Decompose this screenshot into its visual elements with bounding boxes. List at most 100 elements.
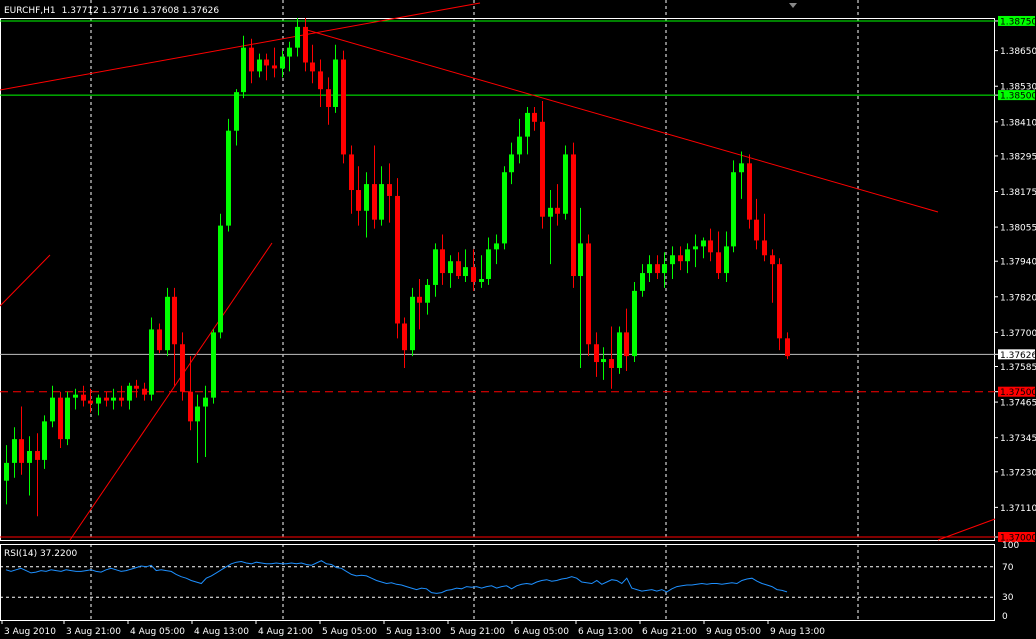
candle (104, 391, 109, 407)
candle (203, 385, 208, 457)
objects[interactable] (0, 2, 996, 541)
candle-body (249, 47, 254, 72)
candle (571, 142, 576, 288)
candle (754, 198, 759, 250)
candle (777, 258, 782, 351)
candle (517, 118, 522, 164)
time-label: 9 Aug 13:00 (770, 627, 825, 637)
candle (586, 234, 591, 357)
candle-body (12, 439, 17, 463)
candle-body (172, 296, 177, 345)
candle (379, 166, 384, 226)
candle (303, 18, 308, 72)
candle (747, 154, 752, 229)
candle-body (104, 397, 109, 401)
grid (0, 0, 995, 620)
price-label: 1.38295 (1000, 152, 1036, 162)
candle-body (571, 154, 576, 277)
price-label: 1.38055 (1000, 224, 1036, 234)
candle (410, 287, 415, 357)
rsi-panel (5, 560, 788, 594)
candle (172, 287, 177, 386)
candle (624, 308, 629, 371)
candle-body (586, 243, 591, 345)
candle-body (494, 243, 499, 250)
candle-body (479, 279, 484, 282)
candle-body (142, 388, 147, 395)
candle (356, 166, 361, 226)
candle-body (157, 329, 162, 351)
candle (632, 281, 637, 363)
price-label: 1.37500 (1000, 388, 1036, 398)
candle-body (280, 56, 285, 69)
candle-body (647, 264, 652, 274)
candle (770, 249, 775, 303)
candle (609, 326, 614, 389)
price-label: 1.37345 (1000, 434, 1036, 444)
candle (195, 394, 200, 463)
time-label: 5 Aug 21:00 (450, 627, 505, 637)
candle (640, 264, 645, 297)
candle-body (211, 332, 216, 398)
candle (463, 249, 468, 282)
candle (387, 163, 392, 223)
candle-body (456, 261, 461, 277)
price-label: 1.37585 (1000, 363, 1036, 373)
candle (149, 317, 154, 401)
candle-body (448, 261, 453, 274)
candle-body (693, 246, 698, 250)
rsi-line (5, 560, 788, 594)
candle-body (65, 397, 70, 440)
candle-body (601, 359, 606, 363)
candle (716, 231, 721, 279)
candle-body (509, 154, 514, 173)
candle-body (555, 207, 560, 214)
candle-body (739, 163, 744, 173)
candle-body (395, 195, 400, 324)
candle-body (127, 385, 132, 401)
candle (119, 385, 124, 407)
shift-marker-icon[interactable] (789, 3, 797, 8)
candle (372, 145, 377, 229)
candle-body (318, 71, 323, 90)
candle (678, 246, 683, 271)
rsi-axis-label: 100 (1002, 541, 1019, 551)
candle-body (670, 255, 675, 265)
candle-body (50, 397, 55, 422)
chart-window[interactable]: 1.38750 1.38650 1.38530 1.38500 1.38410 1.382… (0, 0, 1036, 639)
price-label: 1.38410 (1000, 118, 1036, 128)
candle (127, 382, 132, 410)
candle (165, 287, 170, 357)
candle-body (678, 255, 683, 262)
candle (601, 347, 606, 380)
candle-body (662, 264, 667, 274)
candle (341, 50, 346, 164)
price-label: 1.37940 (1000, 258, 1036, 268)
candle-body (433, 249, 438, 285)
candle (349, 145, 354, 214)
time-label: 6 Aug 05:00 (514, 627, 569, 637)
candle (739, 151, 744, 199)
candle (685, 243, 690, 274)
candle-body (111, 397, 116, 401)
price-axis: 1.387501.386501.385301.385001.384101.382… (995, 15, 1036, 622)
candle (234, 89, 239, 146)
candle (326, 77, 331, 125)
candle-body (287, 47, 292, 57)
time-label: 4 Aug 13:00 (194, 627, 249, 637)
candle (142, 382, 147, 401)
candle (563, 145, 568, 220)
candle-body (747, 163, 752, 220)
candle-body (402, 323, 407, 351)
candle-body (195, 406, 200, 422)
candle-body (35, 451, 40, 460)
candle (456, 252, 461, 279)
time-label: 5 Aug 05:00 (322, 627, 377, 637)
time-label: 4 Aug 05:00 (130, 627, 185, 637)
candle-body (88, 400, 93, 404)
candle-body (180, 344, 185, 392)
candle-body (777, 264, 782, 339)
price-chart[interactable]: 1.387501.386501.385301.385001.384101.382… (0, 0, 1036, 639)
candle-body (532, 112, 537, 122)
candle-body (762, 240, 767, 256)
